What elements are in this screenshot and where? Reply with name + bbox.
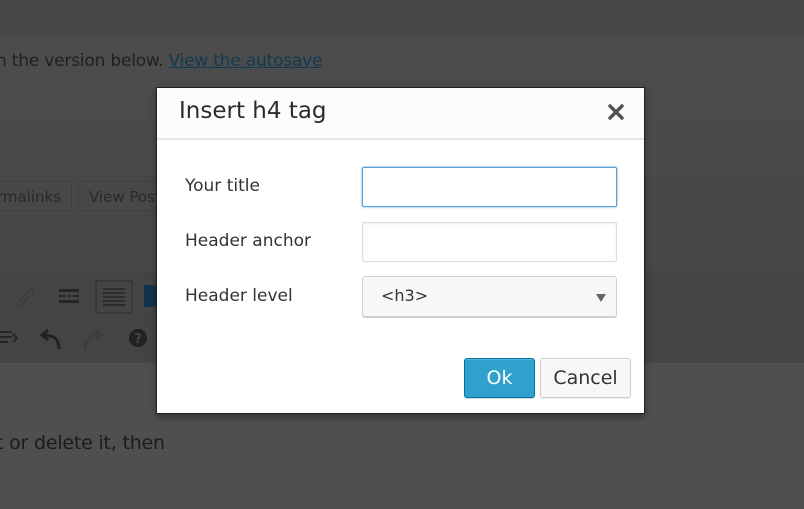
paragraph-icon[interactable] [0,328,19,351]
your-title-label: Your title [185,176,260,196]
toolbar-toggle-icon[interactable] [95,280,133,314]
dialog-header: Insert h4 tag [157,88,644,140]
undo-icon[interactable] [39,327,62,354]
header-anchor-label: Header anchor [185,231,312,251]
header-level-select[interactable]: <h3> [362,276,617,317]
header-level-value: <h3> [381,286,429,305]
admin-header-area [0,0,804,36]
dialog-title: Insert h4 tag [179,98,327,124]
close-icon [608,104,624,120]
svg-text:?: ? [134,332,142,347]
view-autosave-link[interactable]: View the autosave [169,51,323,71]
redo-icon[interactable] [82,327,105,354]
notice-message: n the version below. [0,51,164,71]
change-permalinks-button[interactable]: rmalinks [0,181,72,211]
close-button[interactable] [604,100,628,124]
unlink-icon[interactable] [14,285,38,312]
insert-heading-dialog: Insert h4 tag Your title Header anchor H… [156,87,645,414]
your-title-input[interactable] [362,167,617,207]
chevron-down-icon [596,294,606,302]
autosave-notice-text: n the version below. View the autosave [0,51,322,71]
editor-content-text: t or delete it, then [0,432,165,454]
help-icon[interactable]: ? [128,328,148,351]
ok-button[interactable]: Ok [464,358,535,398]
header-level-label: Header level [185,286,293,306]
header-anchor-input[interactable] [362,222,617,262]
cancel-button[interactable]: Cancel [540,358,631,398]
read-more-icon[interactable] [58,288,80,309]
